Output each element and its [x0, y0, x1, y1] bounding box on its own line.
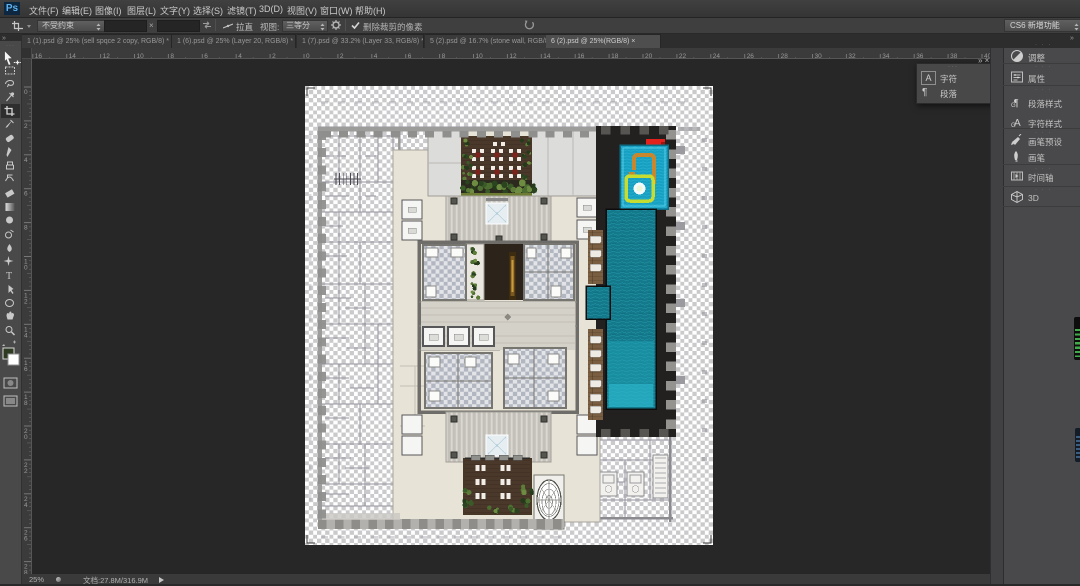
svg-text:6: 6 — [204, 53, 208, 59]
svg-text:12: 12 — [509, 53, 517, 59]
svg-text:8: 8 — [442, 53, 446, 59]
svg-text:28: 28 — [781, 53, 789, 59]
svg-text:2: 2 — [340, 53, 344, 59]
svg-text:6: 6 — [24, 536, 28, 543]
svg-text:4: 4 — [24, 332, 28, 339]
svg-text:2: 2 — [24, 468, 28, 475]
svg-text:0: 0 — [24, 434, 28, 441]
svg-text:8: 8 — [24, 400, 28, 407]
svg-text:8: 8 — [24, 225, 28, 232]
svg-text:38: 38 — [950, 53, 958, 59]
svg-text:6: 6 — [24, 191, 28, 198]
svg-text:30: 30 — [815, 53, 823, 59]
svg-text:14: 14 — [69, 53, 77, 59]
svg-text:22: 22 — [679, 53, 687, 59]
svg-text:T: T — [6, 271, 12, 282]
svg-text:16: 16 — [35, 53, 43, 59]
svg-text:G: G — [1011, 103, 1016, 109]
svg-text:8: 8 — [170, 53, 174, 59]
svg-text:2: 2 — [24, 298, 28, 305]
svg-text:2: 2 — [272, 53, 276, 59]
svg-text:4: 4 — [24, 157, 28, 164]
svg-text:4: 4 — [374, 53, 378, 59]
svg-text:16: 16 — [577, 53, 585, 59]
svg-text:0: 0 — [24, 89, 28, 96]
svg-text:G: G — [1011, 123, 1016, 129]
svg-text:10: 10 — [476, 53, 484, 59]
svg-text:12: 12 — [103, 53, 111, 59]
svg-text:4: 4 — [238, 53, 242, 59]
svg-text:18: 18 — [611, 53, 619, 59]
svg-text:6: 6 — [408, 53, 412, 59]
svg-text:24: 24 — [713, 53, 721, 59]
svg-text:10: 10 — [137, 53, 145, 59]
svg-text:14: 14 — [543, 53, 551, 59]
svg-text:34: 34 — [882, 53, 890, 59]
svg-text:0: 0 — [24, 265, 28, 272]
svg-text:20: 20 — [645, 53, 653, 59]
svg-text:4: 4 — [24, 502, 28, 509]
svg-text:0: 0 — [306, 53, 310, 59]
svg-text:32: 32 — [848, 53, 856, 59]
svg-text:6: 6 — [24, 366, 28, 373]
svg-text:2: 2 — [24, 123, 28, 130]
svg-text:26: 26 — [747, 53, 755, 59]
svg-text:36: 36 — [916, 53, 924, 59]
